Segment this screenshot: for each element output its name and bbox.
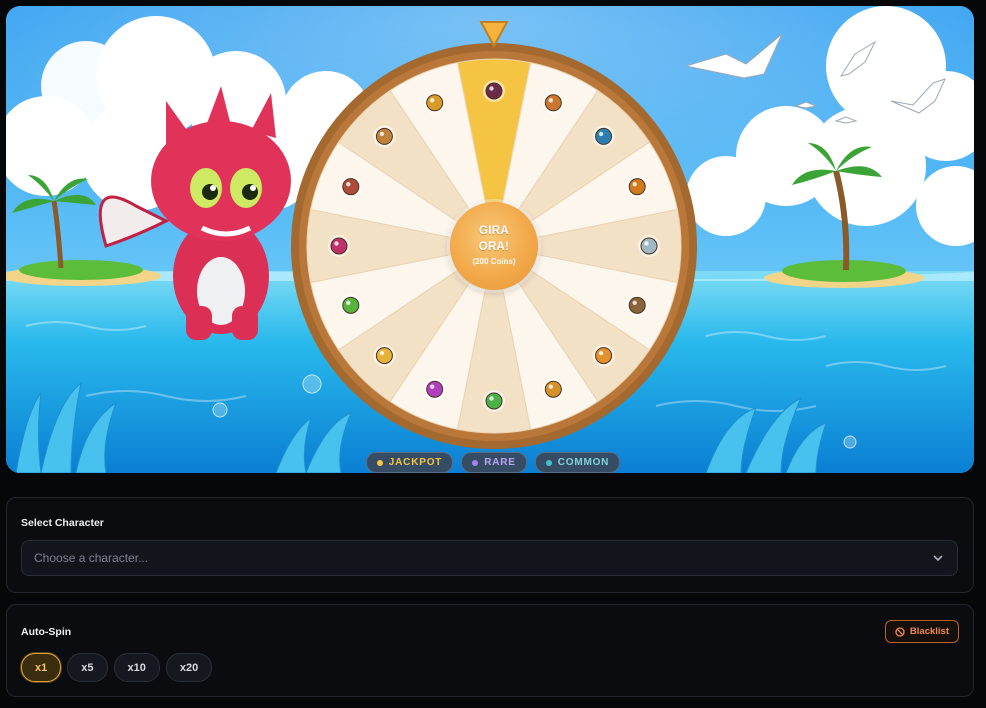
ruby-gem-icon (328, 235, 350, 257)
wheel-pointer (479, 21, 509, 49)
character-dropdown[interactable]: Choose a character... (21, 540, 958, 576)
gold-nugget-icon (373, 344, 396, 367)
purple-gem-icon (423, 378, 446, 401)
chevron-down-icon (933, 555, 943, 561)
orange-orb-icon (592, 344, 615, 367)
legend-jackpot-label: JACKPOT (388, 457, 443, 468)
ban-icon (895, 626, 905, 637)
pickaxe-icon (626, 294, 649, 317)
spin-button[interactable]: GIRA ORA! (200 Coins) (450, 202, 538, 290)
jackpot-dot-icon (376, 459, 383, 466)
auto-spin-x20-button[interactable]: x20 (165, 653, 213, 682)
gear-ring-icon (626, 175, 649, 198)
rare-dot-icon (472, 459, 479, 466)
prize-wheel-scene: GIRA ORA! (200 Coins) (6, 6, 974, 473)
auto-spin-title: Auto-Spin (21, 626, 72, 638)
blacklist-label: Blacklist (909, 626, 949, 637)
character-dropdown-placeholder: Choose a character... (34, 551, 149, 565)
green-ring-icon (339, 294, 362, 317)
auto-spin-options: x1 x5 x10 x20 (21, 653, 213, 682)
legend-common: COMMON (534, 452, 621, 473)
rarity-legend: JACKPOT RARE COMMON (0, 452, 986, 473)
green-gem-icon (483, 390, 505, 412)
backpack-icon (542, 91, 565, 114)
auto-spin-x5-button[interactable]: x5 (67, 653, 108, 682)
prize-wheel[interactable]: GIRA ORA! (200 Coins) (288, 14, 700, 454)
armor-icon (339, 175, 362, 198)
auto-spin-card: Auto-Spin Blacklist x1 x5 x10 x20 (6, 604, 974, 697)
auto-spin-x1-button[interactable]: x1 (21, 653, 62, 682)
auto-spin-x10-button[interactable]: x10 (113, 653, 160, 682)
spin-cost-label: (200 Coins) (472, 257, 516, 266)
legend-common-label: COMMON (557, 457, 610, 468)
legend-rare: RARE (461, 452, 527, 473)
blacklist-button[interactable]: Blacklist (884, 620, 959, 643)
spin-button-label: GIRA (479, 225, 509, 237)
medal-icon (423, 91, 446, 114)
treasure-chest-icon (373, 125, 396, 148)
legend-jackpot: JACKPOT (365, 452, 454, 473)
legend-rare-label: RARE (484, 457, 516, 468)
character-select-title: Select Character (21, 517, 104, 529)
scroll-icon (638, 235, 660, 257)
spin-button-label-2: ORA! (478, 241, 510, 253)
blue-crystal-icon (592, 125, 615, 148)
character-select-card: Select Character Choose a character... (6, 497, 974, 593)
potion-bottle-icon (483, 80, 505, 102)
gold-coin-icon (542, 378, 565, 401)
common-dot-icon (545, 459, 552, 466)
